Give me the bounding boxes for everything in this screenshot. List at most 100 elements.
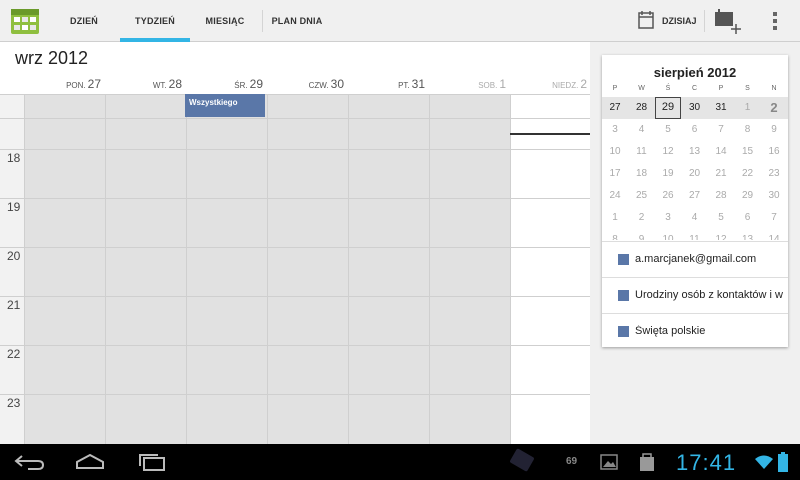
tab-day[interactable]: DZIEŃ	[56, 0, 112, 42]
day-header-thu[interactable]: CZW. 30	[267, 74, 348, 94]
back-icon[interactable]	[14, 452, 46, 472]
week-grid[interactable]: PON. 27 WT. 28 ŚR. 29 CZW. 30 PT. 31 SOB. 1 NI…	[0, 74, 591, 444]
mini-calendar-day[interactable]: 4	[629, 119, 655, 141]
mini-calendar-day[interactable]: 7	[708, 119, 734, 141]
day-column[interactable]	[510, 94, 591, 444]
hour-label: 22	[7, 347, 21, 361]
mini-calendar-day[interactable]: 11	[629, 141, 655, 163]
gallery-notification-icon[interactable]	[600, 454, 618, 470]
mini-calendar-day[interactable]: 3	[602, 119, 628, 141]
tab-month[interactable]: MIESIĄC	[192, 0, 258, 42]
mini-calendar-day[interactable]: 11	[682, 229, 708, 240]
mini-calendar-day[interactable]: 29	[655, 97, 681, 119]
mini-calendar-day[interactable]: 8	[602, 229, 628, 240]
mini-calendar-day[interactable]: 10	[602, 141, 628, 163]
day-header-tue[interactable]: WT. 28	[105, 74, 186, 94]
mini-calendar-day[interactable]: 17	[602, 163, 628, 185]
home-icon[interactable]	[74, 452, 106, 472]
mini-calendar-day[interactable]: 12	[708, 229, 734, 240]
day-header-wed[interactable]: ŚR. 29	[186, 74, 267, 94]
day-header-sat[interactable]: SOB. 1	[429, 74, 510, 94]
day-column[interactable]	[429, 94, 510, 444]
mini-calendar-day[interactable]: 13	[682, 141, 708, 163]
day-column[interactable]	[105, 94, 186, 444]
mini-calendar-day[interactable]: 5	[708, 207, 734, 229]
mini-calendar-day[interactable]: 10	[655, 229, 681, 240]
wifi-icon	[755, 455, 773, 469]
mini-calendar-day[interactable]: 1	[602, 207, 628, 229]
mini-calendar-day[interactable]: 22	[735, 163, 761, 185]
mini-calendar-day[interactable]: 9	[629, 229, 655, 240]
mini-calendar-day[interactable]: 31	[708, 97, 734, 119]
mini-calendar-day[interactable]: 30	[682, 97, 708, 119]
day-header-num: 27	[87, 77, 101, 91]
mini-calendar-day[interactable]: 3	[655, 207, 681, 229]
day-column[interactable]	[348, 94, 429, 444]
mini-calendar-day[interactable]: 19	[655, 163, 681, 185]
mini-calendar-day[interactable]: 27	[682, 185, 708, 207]
day-header-fri[interactable]: PT. 31	[348, 74, 429, 94]
mini-calendar-day[interactable]: 23	[761, 163, 787, 185]
tab-agenda[interactable]: PLAN DNIA	[266, 0, 328, 42]
mini-calendar-day[interactable]: 28	[629, 97, 655, 119]
grid-line	[0, 296, 590, 297]
mini-calendar-day[interactable]: 26	[655, 185, 681, 207]
mini-calendar-grid[interactable]: P W Ś C P S N 27 28 29 30 31 1 2 3 4 5 6 7 8 9 10 11 12 13 14 15 16…	[602, 83, 788, 240]
mini-calendar-day[interactable]: 14	[708, 141, 734, 163]
mini-calendar-day[interactable]: 6	[735, 207, 761, 229]
mini-calendar-day[interactable]: 25	[629, 185, 655, 207]
tab-week[interactable]: TYDZIEŃ	[120, 0, 190, 42]
mini-calendar-day[interactable]: 12	[655, 141, 681, 163]
mini-calendar-day[interactable]: 27	[602, 97, 628, 119]
action-divider	[704, 10, 705, 32]
mini-calendar-day[interactable]: 16	[761, 141, 787, 163]
mini-calendar-day[interactable]: 24	[602, 185, 628, 207]
mini-calendar-day[interactable]: 1	[735, 97, 761, 119]
mini-calendar-day[interactable]: 30	[761, 185, 787, 207]
calendar-item[interactable]: Urodziny osób z kontaktów i w	[602, 277, 788, 313]
mini-calendar-day[interactable]: 4	[682, 207, 708, 229]
grid-line	[0, 149, 590, 150]
calendar-app-icon[interactable]	[10, 6, 40, 36]
mini-calendar-day[interactable]: 15	[735, 141, 761, 163]
calendar-name: Urodziny osób z kontaktów i w	[635, 289, 783, 301]
shopping-bag-icon[interactable]	[638, 452, 656, 472]
day-header-dow: CZW.	[308, 81, 329, 90]
mini-calendar-day[interactable]: 8	[735, 119, 761, 141]
mini-calendar-day[interactable]: 9	[761, 119, 787, 141]
mini-calendar-dow: N	[771, 85, 777, 92]
today-button[interactable]: DZISIAJ	[630, 0, 704, 42]
mini-calendar-day[interactable]: 7	[761, 207, 787, 229]
day-column[interactable]	[24, 94, 105, 444]
calendar-item[interactable]: a.marcjanek@gmail.com	[602, 241, 788, 277]
grid-line	[0, 394, 590, 395]
mini-calendar-day[interactable]: 13	[735, 229, 761, 240]
mini-calendar-day[interactable]: 14	[761, 229, 787, 240]
month-title: wrz 2012	[15, 48, 89, 68]
mini-calendar-day[interactable]: 20	[682, 163, 708, 185]
calendar-today-icon	[638, 11, 654, 29]
all-day-event[interactable]: Wszystkiego	[185, 94, 265, 117]
mini-calendar-day[interactable]: 6	[682, 119, 708, 141]
add-event-icon[interactable]	[712, 8, 742, 34]
mini-calendar-day[interactable]: 2	[629, 207, 655, 229]
mini-calendar-day[interactable]: 21	[708, 163, 734, 185]
current-time-line	[510, 133, 590, 135]
mini-calendar-day[interactable]: 28	[708, 185, 734, 207]
day-header-mon[interactable]: PON. 27	[24, 74, 105, 94]
overflow-menu-icon[interactable]	[768, 10, 782, 32]
clock[interactable]: 17:41	[676, 450, 736, 476]
recent-apps-icon[interactable]	[136, 452, 168, 472]
system-bar: 69 17:41	[0, 444, 800, 480]
day-header-dow: ŚR.	[234, 81, 248, 90]
grid-line	[0, 198, 590, 199]
day-header-sun[interactable]: NIEDZ. 2	[510, 74, 591, 94]
mini-calendar-day[interactable]: 18	[629, 163, 655, 185]
mini-calendar-day[interactable]: 2	[761, 97, 787, 119]
day-column[interactable]	[267, 94, 348, 444]
mini-calendar-day[interactable]: 5	[655, 119, 681, 141]
calendar-item[interactable]: Święta polskie	[602, 313, 788, 349]
mini-calendar-day[interactable]: 29	[735, 185, 761, 207]
grid-line	[0, 345, 590, 346]
day-column[interactable]	[186, 94, 267, 444]
